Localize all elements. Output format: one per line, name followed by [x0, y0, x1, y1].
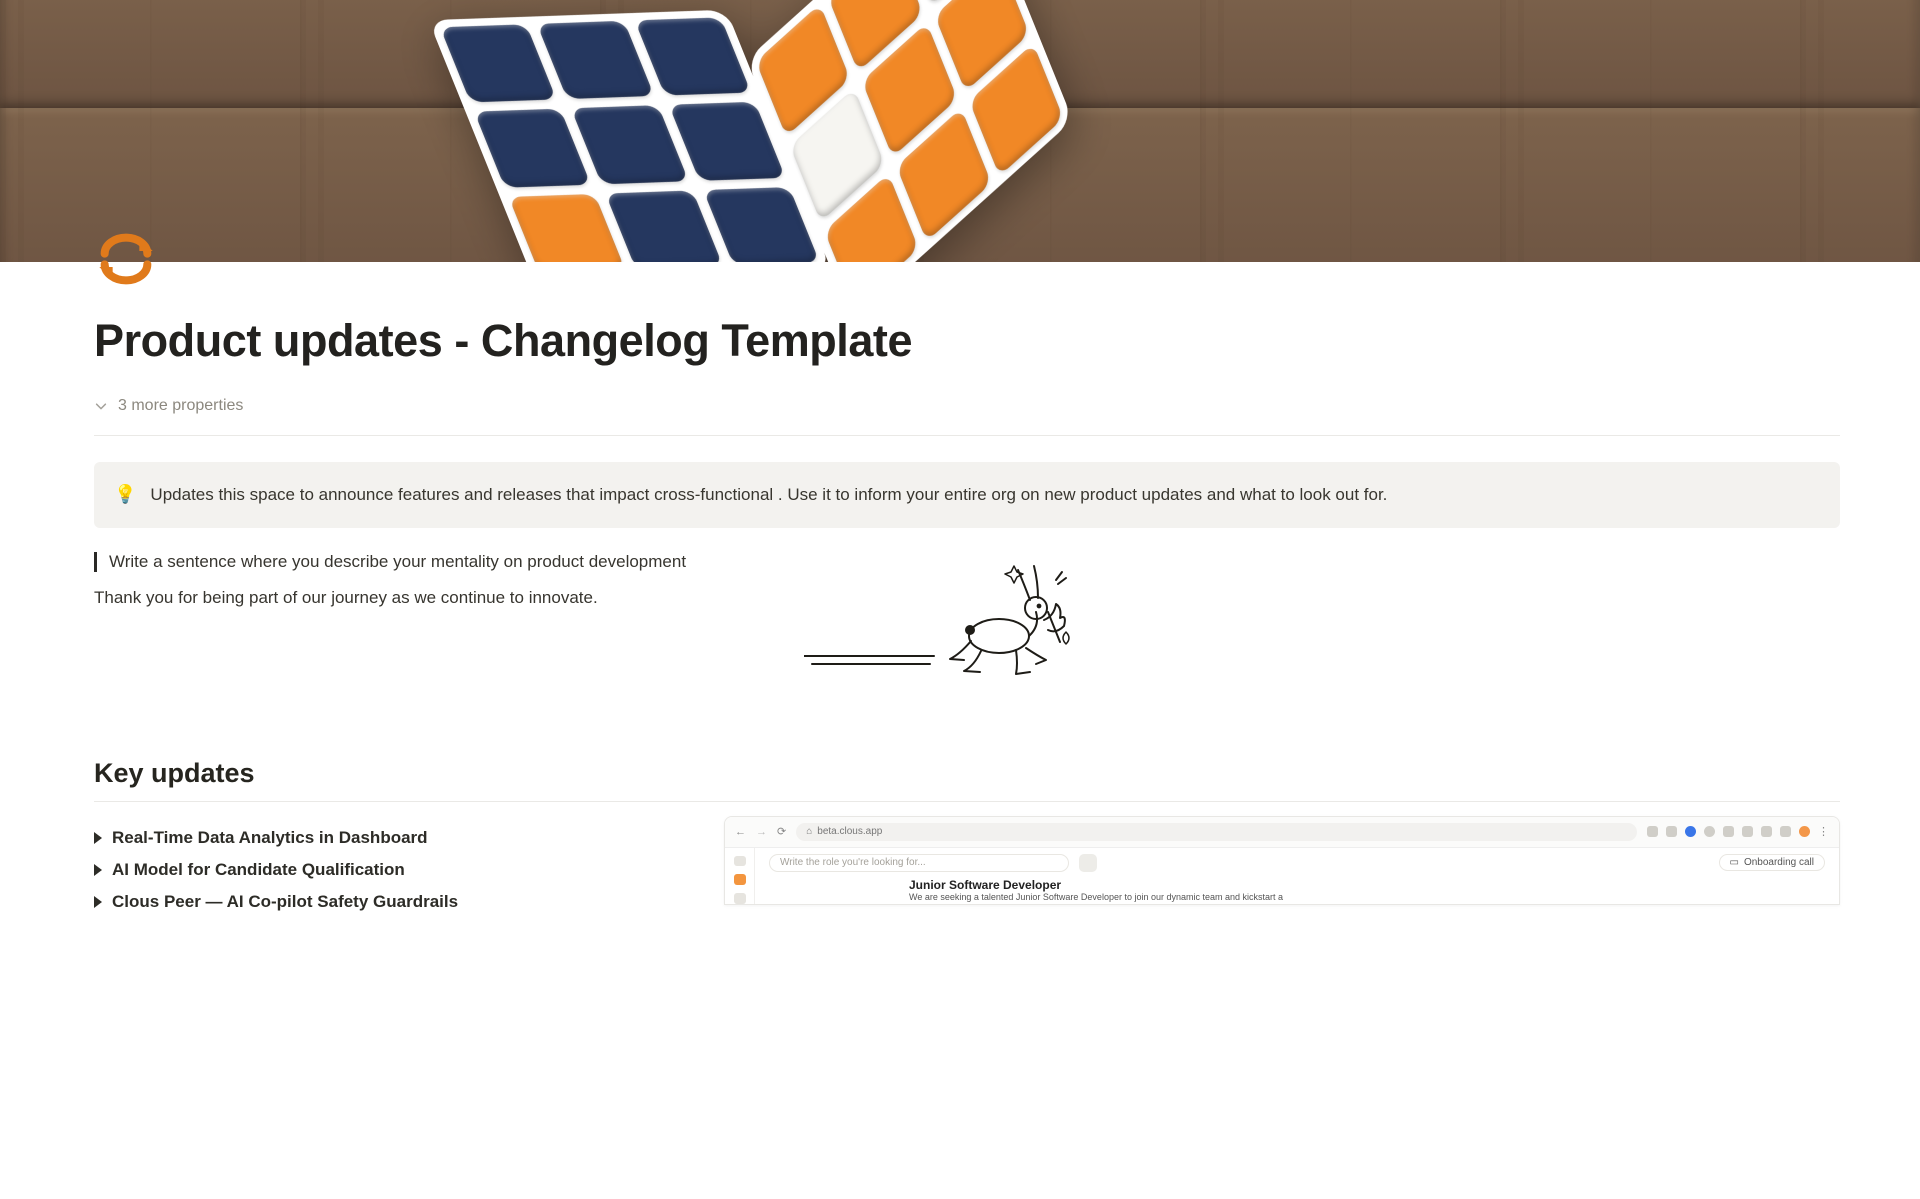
search-placeholder: Write the role you're looking for...: [780, 857, 926, 868]
ext-icon: [1666, 826, 1677, 837]
toggle-item[interactable]: AI Model for Candidate Qualification: [94, 854, 694, 886]
lightbulb-icon: 💡: [114, 482, 136, 508]
side-icon: [734, 893, 746, 904]
avatar-icon: [1799, 826, 1810, 837]
toggle-item[interactable]: Clous Peer — AI Co-pilot Safety Guardrai…: [94, 886, 694, 918]
job-subtitle: We are seeking a talented Junior Softwar…: [909, 892, 1825, 902]
divider: [94, 435, 1840, 436]
toggle-label: Real-Time Data Analytics in Dashboard: [112, 828, 428, 848]
ext-icon: [1685, 826, 1696, 837]
ext-icon: [1780, 826, 1791, 837]
page-icon[interactable]: [94, 227, 164, 297]
ext-icon: [1704, 826, 1715, 837]
search-input: Write the role you're looking for...: [769, 854, 1069, 872]
cover-image: [0, 0, 1920, 262]
repeat-icon: [94, 227, 158, 291]
url-text: beta.clous.app: [817, 826, 882, 837]
quote-block[interactable]: Write a sentence where you describe your…: [94, 552, 694, 572]
calendar-icon: ▭: [1730, 857, 1739, 868]
thanks-text[interactable]: Thank you for being part of our journey …: [94, 588, 694, 608]
ext-icon: [1723, 826, 1734, 837]
home-icon: [734, 874, 746, 885]
toggle-triangle-icon: [94, 864, 102, 876]
quote-text: Write a sentence where you describe your…: [109, 552, 686, 571]
divider: [94, 801, 1840, 802]
callout-block[interactable]: 💡 Updates this space to announce feature…: [94, 462, 1840, 528]
search-button-icon: [1079, 854, 1097, 872]
side-icon: [734, 856, 746, 867]
ext-icon: [1647, 826, 1658, 837]
refresh-icon: ⟳: [777, 825, 786, 838]
toggle-item[interactable]: Real-Time Data Analytics in Dashboard: [94, 822, 694, 854]
updates-list: Real-Time Data Analytics in Dashboard AI…: [94, 822, 694, 918]
job-title: Junior Software Developer: [909, 878, 1825, 892]
toggle-triangle-icon: [94, 832, 102, 844]
toggle-triangle-icon: [94, 896, 102, 908]
bunny-illustration-icon: [804, 556, 1104, 686]
ext-icon: [1761, 826, 1772, 837]
onboarding-label: Onboarding call: [1744, 857, 1814, 868]
more-icon: ⋮: [1818, 825, 1829, 838]
toggle-label: Clous Peer — AI Co-pilot Safety Guardrai…: [112, 892, 458, 912]
chevron-down-icon: [94, 399, 108, 413]
page-title[interactable]: Product updates - Changelog Template: [94, 315, 1840, 367]
more-properties-toggle[interactable]: 3 more properties: [94, 397, 1840, 425]
nav-forward-icon: →: [756, 826, 767, 838]
ext-icon: [1742, 826, 1753, 837]
toggle-label: AI Model for Candidate Qualification: [112, 860, 405, 880]
screenshot-thumbnail[interactable]: ← → ⟳ ⌂ beta.clous.app: [724, 816, 1840, 905]
callout-text: Updates this space to announce features …: [150, 482, 1387, 508]
key-updates-heading[interactable]: Key updates: [94, 758, 1840, 789]
onboarding-button: ▭ Onboarding call: [1719, 854, 1826, 871]
nav-back-icon: ←: [735, 826, 746, 838]
url-bar: ⌂ beta.clous.app: [796, 823, 1637, 841]
illustration: [724, 552, 1840, 686]
more-properties-label: 3 more properties: [118, 397, 243, 415]
